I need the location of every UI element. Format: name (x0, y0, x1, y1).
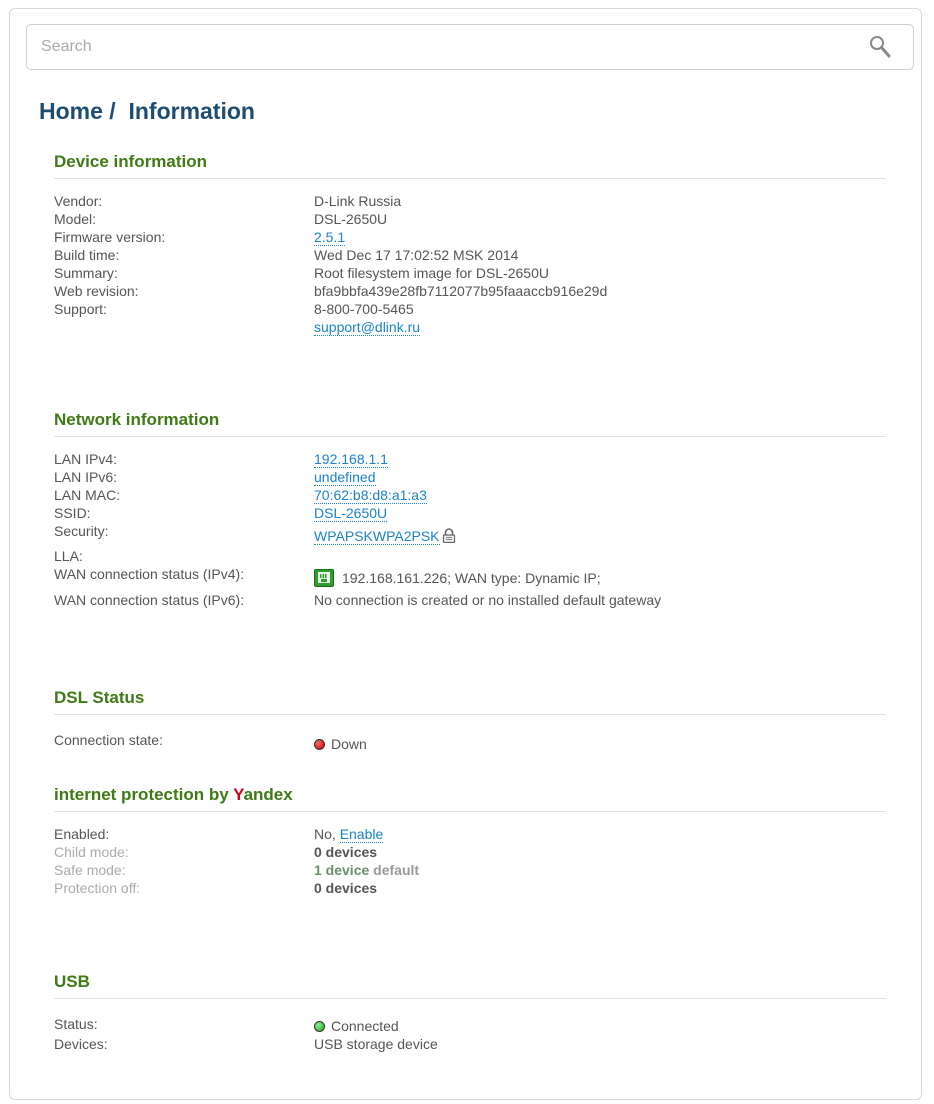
enable-link[interactable]: Enable (339, 826, 384, 843)
info-row: Enabled: No, Enable (54, 825, 886, 843)
info-row: Build time: Wed Dec 17 17:02:52 MSK 2014 (54, 246, 886, 264)
support-email-link[interactable]: support@dlink.ru (314, 319, 421, 336)
section-heading: DSL Status (54, 686, 886, 715)
safe-mode-value: 1 device (314, 862, 370, 878)
info-row: LLA: (54, 547, 886, 565)
yandex-logo-letter: Y (233, 785, 244, 804)
yandex-protection-section: internet protection by Yandex Enabled: N… (54, 783, 886, 897)
firmware-version-link[interactable]: 2.5.1 (314, 229, 346, 246)
info-row: Firmware version: 2.5.1 (54, 228, 886, 246)
usb-devices-label: Devices: (54, 1036, 108, 1052)
network-information-section: Network information LAN IPv4: 192.168.1.… (54, 408, 886, 609)
firmware-label: Firmware version: (54, 229, 166, 245)
lla-label: LLA: (54, 548, 83, 564)
usb-status-value: Connected (331, 1018, 399, 1034)
info-row: Summary: Root filesystem image for DSL-2… (54, 264, 886, 282)
info-row: LAN IPv4: 192.168.1.1 (54, 450, 886, 468)
enabled-label: Enabled: (54, 826, 110, 842)
wan-ipv6-label: WAN connection status (IPv6): (54, 592, 245, 608)
info-row: Security: WPAPSKWPA2PSK (54, 522, 886, 547)
child-mode-value: 0 devices (314, 844, 378, 860)
yandex-heading-brand: andex (243, 785, 293, 804)
usb-section: USB Status: Connected Devices: USB stora… (54, 970, 886, 1053)
section-heading: Device information (54, 150, 886, 179)
info-row: Protection off: 0 devices (54, 879, 886, 897)
summary-label: Summary: (54, 265, 118, 281)
status-down-icon (314, 739, 325, 750)
lan-ipv4-link[interactable]: 192.168.1.1 (314, 451, 388, 468)
connection-state-value: Down (331, 736, 367, 752)
vendor-label: Vendor: (54, 193, 103, 209)
usb-devices-value: USB storage device (314, 1036, 438, 1052)
section-heading: internet protection by Yandex (54, 783, 886, 812)
section-heading: Network information (54, 408, 886, 437)
info-row: SSID: DSL-2650U (54, 504, 886, 522)
model-value: DSL-2650U (314, 211, 388, 227)
lan-mac-label: LAN MAC: (54, 487, 121, 503)
info-row: Support: 8-800-700-5465 support@dlink.ru (54, 300, 886, 336)
security-label: Security: (54, 523, 109, 539)
device-information-section: Device information Vendor: D-Link Russia… (54, 150, 886, 336)
breadcrumb-home[interactable]: Home (39, 98, 103, 124)
support-phone: 8-800-700-5465 (314, 301, 414, 317)
info-row: LAN MAC: 70:62:b8:d8:a1:a3 (54, 486, 886, 504)
wan-ipv4-value: 192.168.161.226; WAN type: Dynamic IP; (342, 570, 601, 586)
vendor-value: D-Link Russia (314, 193, 402, 209)
search-input[interactable] (37, 33, 845, 61)
info-row: Connection state: Down (54, 731, 886, 753)
status-connected-icon (314, 1021, 325, 1032)
lan-ipv6-link[interactable]: undefined (314, 469, 376, 486)
summary-value: Root filesystem image for DSL-2650U (314, 265, 549, 281)
page-title: Home / Information (39, 98, 255, 125)
info-row: Web revision: bfa9bbfa439e28fb7112077b95… (54, 282, 886, 300)
web-revision-value: bfa9bbfa439e28fb7112077b95faaaccb916e29d (314, 283, 608, 299)
connection-state-label: Connection state: (54, 732, 163, 748)
info-row: Status: Connected (54, 1015, 886, 1035)
info-row: Safe mode: 1 device default (54, 861, 886, 879)
model-label: Model: (54, 211, 97, 227)
security-link[interactable]: WPAPSKWPA2PSK (314, 528, 440, 545)
build-time-value: Wed Dec 17 17:02:52 MSK 2014 (314, 247, 519, 263)
info-row: WAN connection status (IPv4): 192.168.16… (54, 565, 886, 591)
web-revision-label: Web revision: (54, 283, 139, 299)
ssid-link[interactable]: DSL-2650U (314, 505, 388, 522)
usb-status-label: Status: (54, 1016, 98, 1032)
protection-off-label: Protection off: (54, 880, 141, 896)
dsl-status-section: DSL Status Connection state: Down (54, 686, 886, 753)
breadcrumb-separator: / (109, 98, 116, 124)
protection-off-value: 0 devices (314, 880, 378, 896)
lan-ipv6-label: LAN IPv6: (54, 469, 118, 485)
info-row: Child mode: 0 devices (54, 843, 886, 861)
wan-ipv4-label: WAN connection status (IPv4): (54, 566, 245, 582)
safe-mode-label: Safe mode: (54, 862, 126, 878)
info-row: LAN IPv6: undefined (54, 468, 886, 486)
wan-ipv6-value: No connection is created or no installed… (314, 592, 662, 608)
ssid-label: SSID: (54, 505, 91, 521)
enabled-value: No, (314, 826, 340, 842)
search-icon[interactable] (869, 35, 891, 59)
lan-ipv4-label: LAN IPv4: (54, 451, 118, 467)
build-time-label: Build time: (54, 247, 120, 263)
yandex-heading-prefix: internet protection by (54, 785, 234, 804)
info-row: Vendor: D-Link Russia (54, 192, 886, 210)
lock-icon (442, 528, 456, 547)
support-label: Support: (54, 301, 107, 317)
breadcrumb-current: Information (128, 98, 255, 124)
search-box[interactable] (26, 24, 914, 70)
info-row: Devices: USB storage device (54, 1035, 886, 1053)
safe-mode-default: default (369, 862, 420, 878)
child-mode-label: Child mode: (54, 844, 129, 860)
info-row: WAN connection status (IPv6): No connect… (54, 591, 886, 609)
section-heading: USB (54, 970, 886, 999)
network-port-icon (314, 569, 334, 591)
info-row: Model: DSL-2650U (54, 210, 886, 228)
lan-mac-link[interactable]: 70:62:b8:d8:a1:a3 (314, 487, 427, 504)
